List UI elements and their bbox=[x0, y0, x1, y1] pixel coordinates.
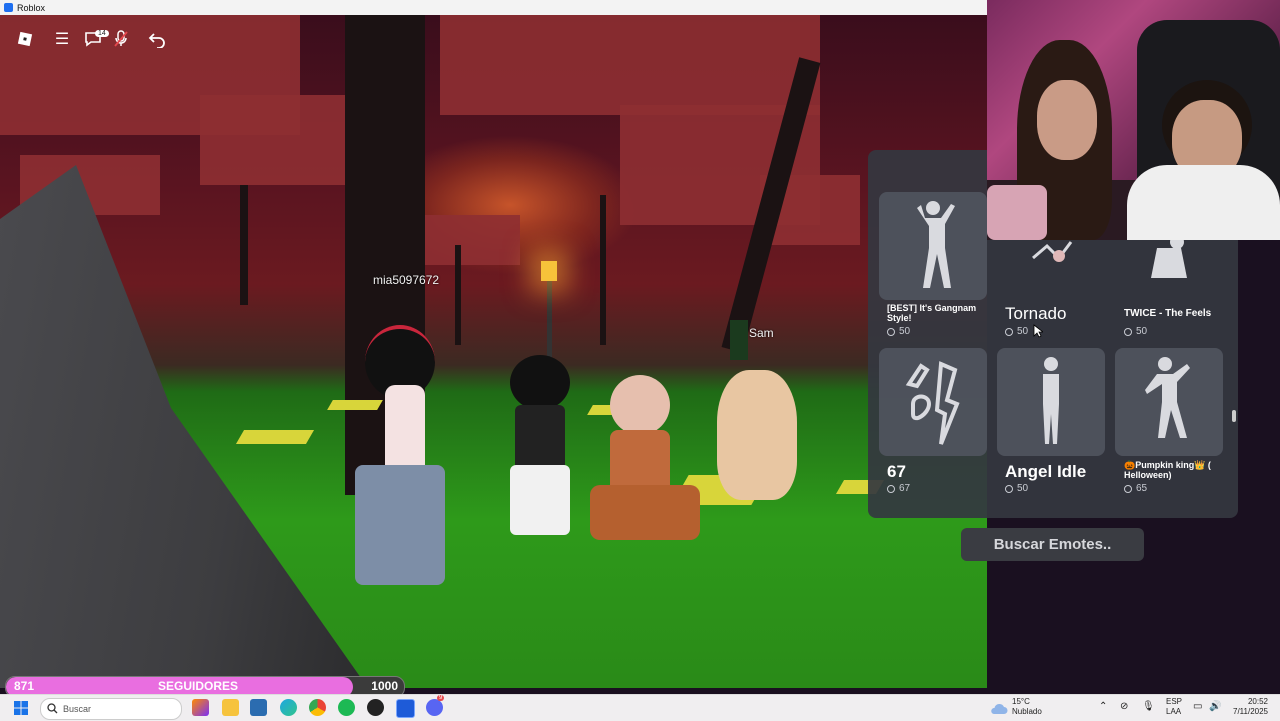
goal-current: 871 bbox=[14, 679, 35, 693]
phone bbox=[987, 185, 1047, 240]
language-indicator[interactable]: ESP LAA bbox=[1166, 697, 1182, 717]
discord-badge: 9 bbox=[437, 695, 445, 701]
robux-icon bbox=[1005, 484, 1013, 493]
robux-icon bbox=[1124, 484, 1132, 493]
search-icon bbox=[47, 703, 58, 714]
microphone-muted-icon[interactable] bbox=[111, 29, 131, 49]
tree-trunk bbox=[240, 185, 248, 305]
nametag-player1: mia5097672 bbox=[373, 273, 440, 287]
volume-icon[interactable]: 🔊 bbox=[1209, 702, 1221, 712]
taskbar-app-icon[interactable] bbox=[192, 699, 209, 716]
emote-card[interactable] bbox=[879, 348, 987, 456]
clock-time: 20:52 bbox=[1247, 697, 1268, 706]
edge-icon[interactable] bbox=[280, 699, 297, 716]
emote-figure-icon bbox=[905, 361, 960, 445]
emote-figure-icon bbox=[1043, 357, 1059, 444]
microphone-icon[interactable]: 🎙 bbox=[1142, 702, 1155, 712]
foliage bbox=[440, 15, 820, 115]
weather-temp: 15°C bbox=[1012, 697, 1030, 706]
webcam-overlay bbox=[987, 0, 1280, 240]
taskbar-app-icon[interactable] bbox=[250, 699, 267, 716]
lamp-light bbox=[541, 261, 557, 281]
streamer-boy-shirt bbox=[1127, 165, 1280, 240]
streamer-girl-face bbox=[1037, 80, 1097, 160]
emote-price: 50 bbox=[1005, 326, 1028, 337]
avatar-sam[interactable] bbox=[730, 320, 748, 360]
window-titlebar: Roblox bbox=[0, 0, 987, 15]
tree-trunk bbox=[455, 245, 461, 345]
robux-icon bbox=[1124, 327, 1132, 336]
emote-name: 🎃Pumpkin king👑 ( Helloween) bbox=[1124, 460, 1211, 480]
emote-card[interactable] bbox=[997, 348, 1105, 456]
window-title: Roblox bbox=[17, 2, 46, 13]
display-icon[interactable]: ▭ bbox=[1193, 702, 1202, 712]
taskbar-search[interactable]: Buscar bbox=[40, 698, 182, 720]
emote-name: 67 bbox=[887, 462, 906, 481]
tree-trunk bbox=[600, 195, 606, 345]
game-viewport[interactable]: mia5097672 Sam bbox=[0, 15, 987, 688]
weather-desc: Nublado bbox=[1012, 707, 1042, 716]
emote-name: Tornado bbox=[1005, 304, 1067, 323]
robux-icon bbox=[1005, 327, 1013, 336]
roblox-logo-icon bbox=[4, 3, 13, 12]
avatar-mia[interactable] bbox=[345, 325, 455, 595]
emote-scrollbar[interactable] bbox=[1232, 410, 1236, 422]
emote-figure-icon bbox=[917, 201, 955, 288]
cursor-icon bbox=[1033, 324, 1043, 338]
taskbar-search-placeholder: Buscar bbox=[63, 704, 92, 714]
nametag-player2: Sam bbox=[749, 326, 774, 340]
foliage bbox=[200, 95, 360, 185]
discord-icon[interactable] bbox=[426, 699, 443, 716]
goal-label: SEGUIDORES bbox=[158, 679, 239, 693]
emote-name: TWICE - The Feels bbox=[1124, 308, 1212, 319]
roblox-taskbar-icon[interactable] bbox=[396, 699, 415, 718]
hamburger-icon[interactable]: ☰ bbox=[52, 29, 72, 49]
clock-date: 7/11/2025 bbox=[1233, 707, 1268, 716]
robux-icon bbox=[887, 484, 895, 493]
spotify-icon[interactable] bbox=[338, 699, 355, 716]
avatar-bear-girl[interactable] bbox=[585, 375, 705, 545]
undo-icon[interactable] bbox=[147, 29, 167, 49]
grey-wall bbox=[0, 165, 380, 688]
file-explorer-icon[interactable] bbox=[222, 699, 239, 716]
emote-price: 50 bbox=[887, 326, 910, 337]
emote-price: 50 bbox=[1124, 326, 1147, 337]
clock[interactable]: 20:52 7/11/2025 bbox=[1228, 697, 1268, 717]
emote-price: 67 bbox=[887, 483, 910, 494]
network-off-icon[interactable]: ⊘ bbox=[1120, 702, 1128, 712]
obs-icon[interactable] bbox=[367, 699, 384, 716]
chrome-icon[interactable] bbox=[309, 699, 326, 716]
cloud-icon bbox=[991, 703, 1008, 714]
emote-price: 50 bbox=[1005, 483, 1028, 494]
chat-badge: 14 bbox=[95, 30, 109, 37]
emote-card[interactable] bbox=[879, 192, 987, 300]
avatar-maid[interactable] bbox=[495, 355, 585, 535]
emote-price: 65 bbox=[1124, 483, 1147, 494]
windows-taskbar: Buscar 9 15°C Nublado ⌃ ⊘ 🎙 ESP LAA ▭ 🔊 … bbox=[0, 694, 1280, 721]
chevron-up-icon[interactable]: ⌃ bbox=[1099, 702, 1107, 712]
roblox-menu-icon[interactable] bbox=[15, 29, 35, 49]
emote-card[interactable] bbox=[1115, 348, 1223, 456]
emote-name: Angel Idle bbox=[1005, 462, 1087, 481]
robux-icon bbox=[887, 327, 895, 336]
search-emotes-button[interactable]: Buscar Emotes.. bbox=[961, 528, 1144, 561]
goal-target: 1000 bbox=[371, 679, 398, 693]
emote-figure-icon bbox=[1145, 357, 1190, 438]
windows-start-icon[interactable] bbox=[14, 701, 28, 715]
avatar-blonde[interactable] bbox=[712, 370, 802, 510]
weather[interactable]: 15°C Nublado bbox=[1012, 697, 1042, 717]
emote-name: [BEST] It's Gangnam Style! bbox=[887, 303, 977, 323]
path-tile bbox=[235, 430, 315, 444]
